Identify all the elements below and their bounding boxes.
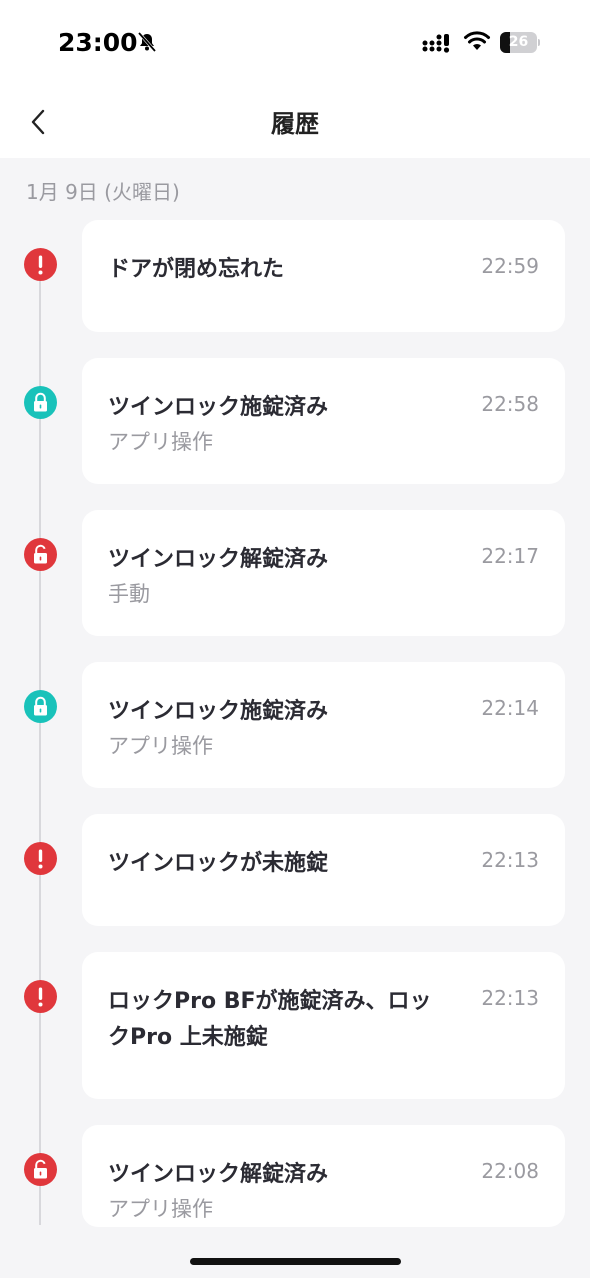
history-event-card[interactable]: ツインロック施錠済み アプリ操作 22:58: [82, 358, 565, 484]
event-title: ツインロック解錠済み: [108, 547, 329, 572]
lock-open-icon: [24, 1153, 57, 1186]
event-title: ツインロック解錠済み: [108, 1162, 329, 1187]
cellular-signal-icon: [422, 34, 450, 53]
lock-closed-icon: [24, 386, 57, 419]
alert-icon: [24, 248, 57, 281]
event-time: 22:17: [481, 544, 539, 568]
status-time: 23:00: [58, 28, 138, 57]
event-subtitle: 手動: [108, 582, 150, 606]
navigation-bar: 履歴: [0, 90, 590, 158]
history-event-card[interactable]: ツインロックが未施錠 22:13: [82, 814, 565, 926]
event-time: 22:58: [481, 392, 539, 416]
home-indicator[interactable]: [190, 1258, 401, 1265]
lock-open-icon: [24, 538, 57, 571]
event-title: ツインロック施錠済み: [108, 699, 329, 724]
event-time: 22:14: [481, 696, 539, 720]
history-event-card[interactable]: ロックPro BFが施錠済み、ロックPro 上未施錠 22:13: [82, 952, 565, 1099]
status-bar: 23:00 26: [0, 0, 590, 90]
history-event-card[interactable]: ツインロック解錠済み 手動 22:17: [82, 510, 565, 636]
lock-closed-icon: [24, 690, 57, 723]
wifi-icon: [464, 31, 490, 50]
history-event-card[interactable]: ツインロック施錠済み アプリ操作 22:14: [82, 662, 565, 788]
chevron-left-icon: [31, 109, 45, 135]
event-time: 22:59: [481, 254, 539, 278]
alert-icon: [24, 980, 57, 1013]
event-subtitle: アプリ操作: [108, 1197, 213, 1221]
battery-level: 26: [508, 34, 529, 50]
bell-muted-icon: [137, 32, 157, 52]
page-title: 履歴: [271, 110, 319, 138]
history-event-card[interactable]: ドアが閉め忘れた 22:59: [82, 220, 565, 332]
back-button[interactable]: [18, 102, 58, 142]
event-time: 22:08: [481, 1159, 539, 1183]
event-subtitle: アプリ操作: [108, 430, 213, 454]
event-title: ドアが閉め忘れた: [108, 257, 285, 282]
event-time: 22:13: [481, 848, 539, 872]
battery-indicator: 26: [500, 32, 540, 53]
event-title: ツインロック施錠済み: [108, 395, 329, 420]
event-time: 22:13: [481, 986, 539, 1010]
event-title: ツインロックが未施錠: [108, 851, 329, 876]
alert-icon: [24, 842, 57, 875]
event-subtitle: アプリ操作: [108, 734, 213, 758]
date-header: 1月 9日 (火曜日): [26, 180, 180, 204]
history-event-card[interactable]: ツインロック解錠済み アプリ操作 22:08: [82, 1125, 565, 1227]
event-title: ロックPro BFが施錠済み、ロックPro 上未施錠: [108, 989, 432, 1050]
